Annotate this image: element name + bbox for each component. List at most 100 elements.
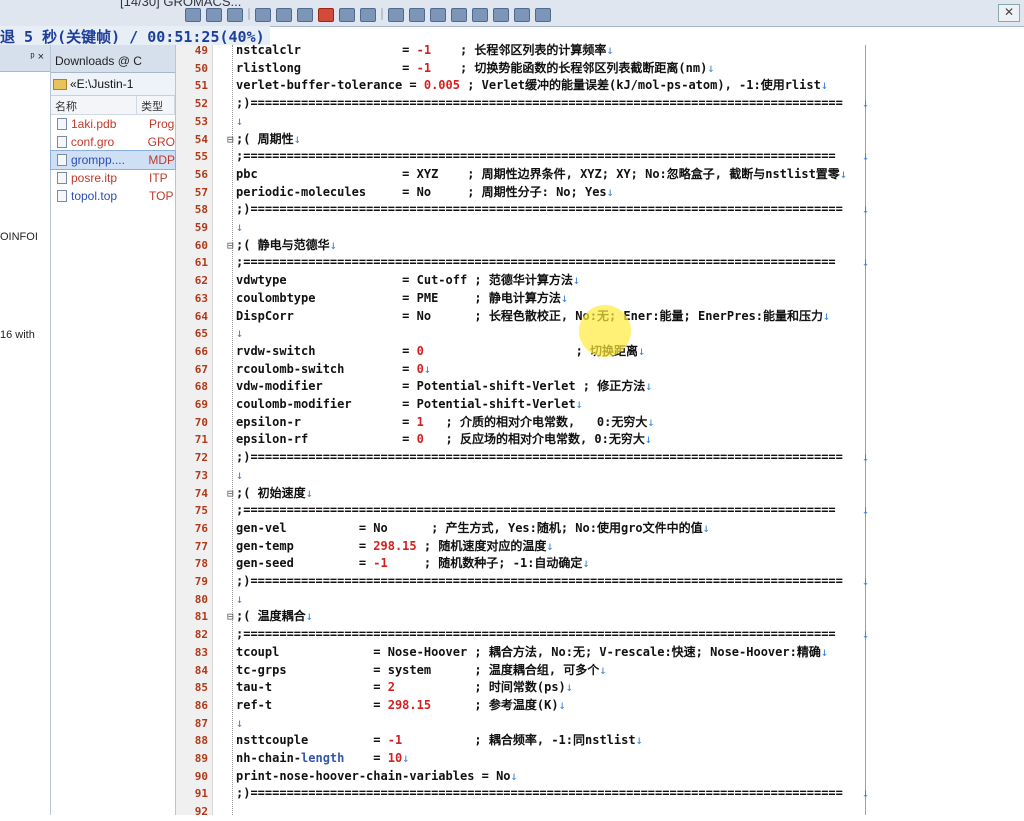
- file-row[interactable]: grompp.... MDP: [50, 150, 176, 170]
- code-segment: gen-seed =: [236, 556, 374, 571]
- preview-icon[interactable]: [276, 8, 292, 22]
- code-segment: ; 随机数种子; -1:自动确定: [387, 556, 583, 571]
- line-number: 84: [194, 663, 208, 677]
- code-text: rlistlong = -1 ; 切换势能函数的长程邻区列表截断距离(nm)↓: [236, 60, 715, 78]
- code-text: epsilon-r = 1 ; 介质的相对介电常数, 0:无穷大↓: [236, 414, 655, 432]
- outdent-icon[interactable]: [472, 8, 488, 22]
- tab-downloads[interactable]: Downloads @ C: [51, 45, 175, 73]
- column-type[interactable]: 类型: [137, 96, 175, 114]
- code-segment: ;=======================================…: [236, 627, 836, 642]
- line-end-icon: ↓: [236, 326, 244, 341]
- file-row[interactable]: 1aki.pdb Prog: [51, 115, 175, 133]
- line-number: 49: [194, 44, 208, 57]
- line-number: 60: [194, 238, 208, 252]
- code-line: 85 tau-t = 2 ; 时间常数(ps)↓: [176, 679, 1024, 697]
- code-segment: ; 切换势能函数的长程邻区列表截断距离(nm): [431, 60, 708, 75]
- file-row[interactable]: topol.top TOP: [51, 187, 175, 205]
- folder-path[interactable]: «E:\Justin-1: [51, 73, 175, 96]
- code-line: 82 ;=====================================…: [176, 626, 1024, 644]
- code-line: 90 print-nose-hoover-chain-variables = No…: [176, 768, 1024, 786]
- code-text: ;( 静电与范德华↓: [236, 237, 337, 255]
- line-number: 71: [194, 433, 208, 447]
- code-line: 79 ;)====================================…: [176, 573, 1024, 591]
- code-text: coulombtype = PME ; 静电计算方法↓: [236, 290, 568, 308]
- pin-icon[interactable]: ᵖ ×: [30, 51, 44, 63]
- code-segment: periodic-molecules = No ; 周期性分子: No; Yes: [236, 184, 607, 199]
- code-editor[interactable]: 49 nstcalclr = -1 ; 长程邻区列表的计算频率↓ 50 rlistlo…: [176, 43, 1024, 818]
- undo-icon[interactable]: [388, 8, 404, 22]
- code-segment: vdwtype = Cut-off ; 范德华计算方法: [236, 273, 573, 288]
- fold-toggle-icon[interactable]: ⊟: [227, 237, 234, 255]
- code-segment: ;)======================================…: [236, 450, 843, 465]
- fold-toggle-icon[interactable]: ⊟: [227, 131, 234, 149]
- settings-icon[interactable]: [535, 8, 551, 22]
- code-text: ;( 温度耦合↓: [236, 608, 313, 626]
- code-segment: ;)======================================…: [236, 96, 843, 111]
- code-text: tau-t = 2 ; 时间常数(ps)↓: [236, 679, 573, 697]
- open-file-icon[interactable]: [206, 8, 222, 22]
- fold-toggle-icon[interactable]: ⊟: [227, 485, 234, 503]
- code-segment: tau-t =: [236, 680, 388, 695]
- code-text: ;=======================================…: [236, 626, 836, 644]
- code-segment: tcoupl = Nose-Hoover ; 耦合方法, No:无; V-res…: [236, 644, 821, 659]
- code-segment: ;=======================================…: [236, 255, 836, 270]
- file-browser: Downloads @ C «E:\Justin-1 名称 类型 1aki.pd…: [50, 45, 176, 815]
- code-text: ;( 初始速度↓: [236, 485, 313, 503]
- column-name[interactable]: 名称: [51, 96, 138, 114]
- left-panel-header: ᵖ ×: [0, 45, 50, 72]
- line-number: 76: [194, 521, 208, 535]
- line-number: 79: [194, 575, 208, 588]
- code-text: ;)======================================…: [236, 95, 843, 113]
- line-end-icon: ↓: [862, 627, 870, 642]
- code-segment: nstcalclr =: [236, 43, 417, 57]
- code-text: gen-vel = No ; 产生方式, Yes:随机; No:使用gro文件中…: [236, 520, 710, 538]
- line-number: 86: [194, 698, 208, 712]
- redo-icon[interactable]: [409, 8, 425, 22]
- line-number: 57: [194, 185, 208, 199]
- code-line: 80 ↓: [176, 591, 1024, 609]
- code-value: 0: [416, 361, 424, 376]
- code-segment: ;)======================================…: [236, 574, 843, 588]
- wrap-icon[interactable]: [430, 8, 446, 22]
- save-icon[interactable]: [227, 8, 243, 22]
- line-end-icon: ↓: [606, 184, 614, 199]
- cut-icon[interactable]: [318, 8, 334, 22]
- close-icon[interactable]: ✕: [998, 4, 1020, 22]
- line-number: 52: [194, 97, 208, 111]
- print-icon[interactable]: [255, 8, 271, 22]
- line-end-icon: ↓: [305, 609, 313, 624]
- code-value: 298.15: [387, 697, 432, 712]
- code-value: -1: [416, 60, 432, 75]
- code-line: 53 ↓: [176, 113, 1024, 131]
- indent-icon[interactable]: [451, 8, 467, 22]
- line-number: 73: [194, 468, 208, 482]
- fold-toggle-icon[interactable]: ⊟: [227, 608, 234, 626]
- paste-icon[interactable]: [360, 8, 376, 22]
- code-segment: ; 时间常数(ps): [394, 680, 566, 695]
- new-file-icon[interactable]: [185, 8, 201, 22]
- code-line: 84 tc-grps = system ; 温度耦合组, 可多个↓: [176, 662, 1024, 680]
- file-icon: [57, 118, 67, 130]
- code-text: ↓: [236, 467, 243, 485]
- file-name: 1aki.pdb: [71, 117, 117, 131]
- file-icon: [57, 172, 67, 184]
- code-text: gen-temp = 298.15 ; 随机速度对应的温度↓: [236, 538, 554, 556]
- file-row[interactable]: conf.gro GRO: [51, 133, 175, 151]
- line-end-icon: ↓: [707, 60, 715, 75]
- code-segment: ;=======================================…: [236, 149, 836, 164]
- code-text: ↓: [236, 113, 243, 131]
- line-end-icon: ↓: [510, 768, 518, 783]
- line-number: 50: [194, 61, 208, 75]
- code-line: 81 ⊟ ;( 温度耦合↓: [176, 608, 1024, 626]
- line-end-icon: ↓: [862, 255, 870, 270]
- bookmark-icon[interactable]: [493, 8, 509, 22]
- line-number: 54: [194, 132, 208, 146]
- line-number: 72: [194, 451, 208, 465]
- code-line: 70 epsilon-r = 1 ; 介质的相对介电常数, 0:无穷大↓: [176, 414, 1024, 432]
- file-row[interactable]: posre.itp ITP: [51, 169, 175, 187]
- find-icon[interactable]: [297, 8, 313, 22]
- copy-icon[interactable]: [339, 8, 355, 22]
- code-line: 74 ⊟ ;( 初始速度↓: [176, 485, 1024, 503]
- run-icon[interactable]: [514, 8, 530, 22]
- code-line: 71 epsilon-rf = 0 ; 反应场的相对介电常数, 0:无穷大↓: [176, 431, 1024, 449]
